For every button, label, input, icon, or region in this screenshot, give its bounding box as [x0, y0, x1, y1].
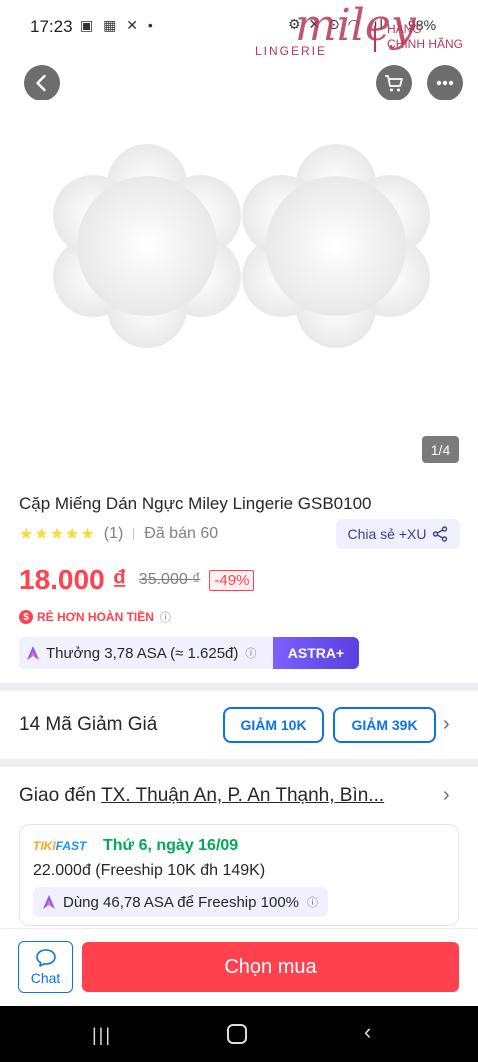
delivery-date: Thứ 6, ngày 16/09: [103, 837, 239, 854]
asa-reward-text: Thưởng 3,78 ASA (≈ 1.625đ): [46, 644, 239, 662]
star-rating-icon: ★★★★★: [19, 526, 96, 543]
buy-button[interactable]: Chọn mua: [82, 942, 459, 992]
tikifast-logo-a: TIKI: [33, 839, 56, 853]
bottom-action-bar: Chat Chọn mua: [0, 928, 478, 1006]
product-image: [53, 144, 430, 348]
rating-row[interactable]: ★★★★★ (1) Đã bán 60: [19, 523, 218, 545]
rating-count: (1): [103, 525, 124, 542]
brand-tag-line1: HÀNG: [387, 22, 422, 36]
refund-shield-icon: $: [19, 610, 33, 624]
ship-address[interactable]: TX. Thuận An, P. An Thạnh, Bìn...: [101, 785, 384, 806]
brand-tag: HÀNG CHÍNH HÃNG: [387, 22, 463, 52]
chevron-right-icon[interactable]: ›: [443, 713, 450, 736]
astra-logo-icon: [27, 646, 39, 660]
refund-guarantee[interactable]: $ RẺ HƠN HOÀN TIỀN ⓘ: [19, 607, 171, 627]
delivery-fee: 22.000đ (Freeship 10K đh 149K): [33, 862, 266, 879]
product-title: Cặp Miếng Dán Ngực Miley Lingerie GSB010…: [19, 494, 372, 513]
tikifast-logo-b: FAST: [55, 839, 87, 853]
status-time: 17:23: [30, 17, 73, 36]
info-icon: ⓘ: [159, 612, 171, 624]
coupon-tag-39k[interactable]: GIẢM 39K: [333, 707, 436, 743]
tikifast-logo: TIKIFAST: [33, 839, 86, 853]
chat-bubble-icon: [35, 949, 56, 967]
chevron-right-icon[interactable]: ›: [443, 784, 450, 807]
notification-icons: ▣ ▦ ✕ •: [80, 17, 156, 33]
coupon-tag-10k[interactable]: GIẢM 10K: [223, 707, 324, 743]
system-nav-bar: ||| ‹: [0, 1006, 478, 1062]
chevron-left-icon: [36, 74, 46, 92]
cart-button[interactable]: [376, 65, 412, 101]
share-icon: [433, 526, 448, 542]
shipping-destination[interactable]: Giao đến TX. Thuận An, P. An Thạnh, Bìn.…: [19, 785, 384, 807]
freeship-asa[interactable]: Dùng 46,78 ASA để Freeship 100% ⓘ: [33, 887, 329, 917]
product-image-gallery[interactable]: [0, 100, 478, 475]
divider: [133, 528, 135, 540]
chat-label: Chat: [30, 970, 61, 986]
discount-badge: -49%: [209, 569, 255, 591]
info-icon: ⓘ: [307, 897, 319, 909]
home-icon[interactable]: [227, 1024, 247, 1044]
share-button[interactable]: Chia sẻ +XU: [336, 519, 460, 549]
section-separator: [0, 759, 478, 767]
more-button[interactable]: [427, 65, 463, 101]
price-row: 18.000 ₫ 35.000 ₫ -49%: [19, 560, 255, 600]
astra-logo-icon: [43, 895, 55, 909]
refund-label: RẺ HƠN HOÀN TIỀN: [37, 610, 154, 624]
delivery-card: TIKIFAST Thứ 6, ngày 16/09 22.000đ (Free…: [19, 824, 459, 926]
astra-plus-button[interactable]: ASTRA+: [273, 637, 359, 669]
brand-logo-sub: LINGERIE: [255, 44, 328, 58]
ship-to-label: Giao đến: [19, 785, 97, 806]
section-separator: [0, 683, 478, 691]
image-counter: 1/4: [422, 436, 459, 463]
asa-reward-row[interactable]: Thưởng 3,78 ASA (≈ 1.625đ) ⓘ ASTRA+: [19, 637, 359, 669]
freeship-asa-text: Dùng 46,78 ASA để Freeship 100%: [63, 893, 300, 911]
asa-reward: Thưởng 3,78 ASA (≈ 1.625đ) ⓘ: [19, 645, 273, 662]
sold-count: Đã bán 60: [144, 525, 219, 542]
share-label: Chia sẻ +XU: [347, 526, 427, 542]
more-horizontal-icon: [436, 80, 454, 86]
info-icon: ⓘ: [245, 648, 257, 660]
back-nav-icon[interactable]: ‹: [364, 1019, 371, 1045]
original-price: 35.000 ₫: [138, 571, 201, 588]
brand-watermark: miley LINGERIE HÀNG CHÍNH HÃNG: [255, 0, 475, 74]
coupon-count: 14 Mã Giảm Giá: [19, 714, 158, 735]
brand-tag-line2: CHÍNH HÃNG: [387, 37, 464, 51]
chat-button[interactable]: Chat: [18, 941, 73, 993]
current-price: 18.000 ₫: [19, 564, 127, 595]
recents-icon[interactable]: |||: [92, 1025, 112, 1046]
brand-divider: [374, 26, 376, 52]
cart-icon: [385, 75, 403, 92]
back-button[interactable]: [24, 65, 60, 101]
